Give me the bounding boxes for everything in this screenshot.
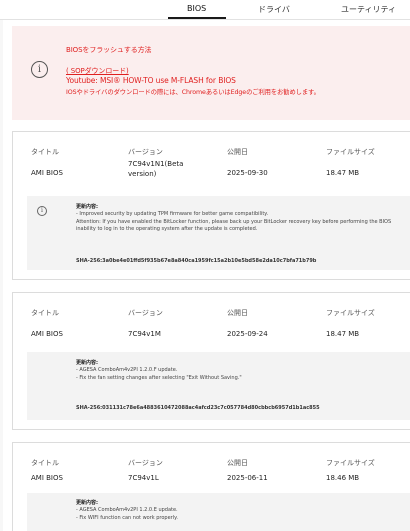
bios-title: AMI BIOS — [31, 474, 63, 482]
sha256-checksum: SHA-256:3a0be4e01ffd5f935b67e8a840ca1959… — [76, 258, 317, 264]
bios-details-text: 更新内容: - Improved security by updating TP… — [76, 204, 406, 233]
youtube-mflash-link[interactable]: Youtube: MSI® HOW-TO use M-FLASH for BIO… — [66, 76, 236, 85]
bios-details-text: 更新内容: - AGESA ComboAm4v2PI 1.2.0.E updat… — [76, 500, 406, 522]
column-header-title: タイトル — [31, 309, 59, 317]
active-tab-indicator — [168, 17, 226, 19]
bios-entry: タイトル バージョン 公開日 ファイルサイズ AMI BIOS 7C94v1L … — [12, 442, 410, 531]
column-header-title: タイトル — [31, 148, 59, 156]
browser-recommendation: IOSやドライバのダウンロードの際には、ChromeあるいはEdgeのご利用をお… — [66, 89, 320, 96]
details-line: - Fix WIFI function can not work properl… — [76, 514, 178, 521]
column-header-version: バージョン — [128, 148, 163, 156]
bios-version-line: 7C94v1N1(Beta — [128, 160, 184, 168]
bios-version-line: version) — [128, 170, 157, 178]
details-line: - Fix the fan setting changes after sele… — [76, 374, 242, 381]
bios-entry: タイトル バージョン 公開日 ファイルサイズ AMI BIOS 7C94v1M … — [12, 292, 410, 430]
column-header-date: 公開日 — [227, 459, 248, 467]
tab-bios[interactable]: BIOS — [187, 4, 206, 13]
details-title: 更新内容: — [76, 500, 98, 506]
bios-details-text: 更新内容: - AGESA ComboAm4v2PI 1.2.0.F updat… — [76, 360, 406, 382]
download-tabs: BIOS ドライバ ユーティリティ — [0, 0, 410, 20]
bios-release-date: 2025-09-30 — [227, 169, 268, 177]
bios-version: 7C94v1N1(Beta version) — [128, 159, 183, 179]
details-title: 更新内容: — [76, 360, 98, 366]
column-header-size: ファイルサイズ — [326, 148, 375, 156]
bios-release-date: 2025-09-24 — [227, 330, 268, 338]
notice-title: BIOSをフラッシュする方法 — [66, 46, 152, 54]
bios-title: AMI BIOS — [31, 330, 63, 338]
bios-release-date: 2025-06-11 — [227, 474, 268, 482]
bios-title: AMI BIOS — [31, 169, 63, 177]
info-icon: i — [31, 61, 48, 78]
bios-file-size: 18.46 MB — [326, 474, 360, 482]
bios-details-panel: 更新内容: - AGESA ComboAm4v2PI 1.2.0.E updat… — [27, 493, 410, 531]
column-header-version: バージョン — [128, 459, 163, 467]
page-left-edge — [0, 0, 3, 531]
tab-utilities[interactable]: ユーティリティ — [341, 4, 396, 15]
details-line: - Improved security by updating TPM firm… — [76, 211, 269, 218]
bios-file-size: 18.47 MB — [326, 330, 360, 338]
column-header-date: 公開日 — [227, 148, 248, 156]
sha256-checksum: SHA-256:031131c78e6a4883610472088ac4afcd… — [76, 405, 320, 411]
details-line: - AGESA ComboAm4v2PI 1.2.0.E update. — [76, 507, 178, 514]
details-line: Attention: If you have enabled the BitLo… — [76, 218, 392, 232]
bios-entry: タイトル バージョン 公開日 ファイルサイズ AMI BIOS 7C94v1N1… — [12, 131, 410, 280]
bios-version: 7C94v1L — [128, 474, 159, 482]
bios-notice-banner: i BIOSをフラッシュする方法 ( SOPダウンロード) Youtube: M… — [12, 26, 410, 120]
column-header-version: バージョン — [128, 309, 163, 317]
info-icon: i — [37, 206, 47, 216]
column-header-size: ファイルサイズ — [326, 309, 375, 317]
details-title: 更新内容: — [76, 204, 98, 210]
column-header-size: ファイルサイズ — [326, 459, 375, 467]
sop-download-link[interactable]: ( SOPダウンロード) — [66, 66, 129, 76]
column-header-date: 公開日 — [227, 309, 248, 317]
bios-details-panel: i 更新内容: - AGESA ComboAm4v2PI 1.2.0.F upd… — [27, 352, 410, 420]
tab-drivers[interactable]: ドライバ — [258, 4, 290, 15]
details-line: - AGESA ComboAm4v2PI 1.2.0.F update. — [76, 367, 178, 374]
bios-version: 7C94v1M — [128, 330, 161, 338]
bios-file-size: 18.47 MB — [326, 169, 360, 177]
bios-details-panel: i 更新内容: - Improved security by updating … — [27, 196, 410, 270]
column-header-title: タイトル — [31, 459, 59, 467]
